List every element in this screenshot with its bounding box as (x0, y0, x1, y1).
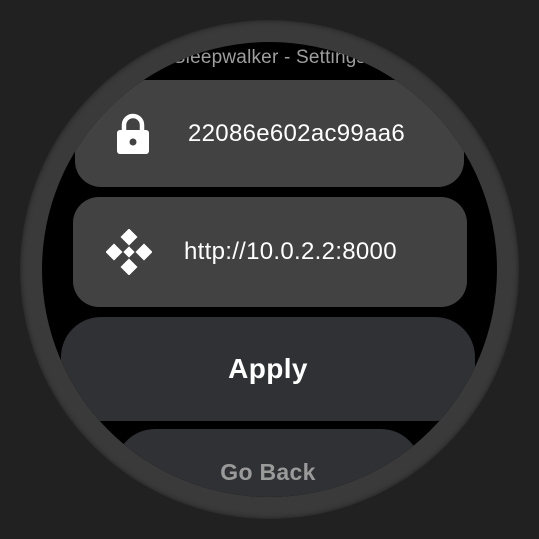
lock-icon (103, 113, 163, 155)
watch-stage: Sleepwalker - Settings 22086e602ac99aa6 (0, 0, 539, 539)
server-url-value: http://10.0.2.2:8000 (184, 238, 397, 265)
go-back-button[interactable]: Go Back (115, 429, 421, 497)
screen-title: Sleepwalker - Settings (172, 47, 367, 68)
watch-screen: Sleepwalker - Settings 22086e602ac99aa6 (42, 42, 497, 497)
secret-value: 22086e602ac99aa6 (188, 119, 406, 147)
apply-button[interactable]: Apply (61, 317, 475, 421)
secret-chip[interactable]: 22086e602ac99aa6 (75, 80, 464, 187)
network-icon (99, 229, 159, 275)
server-url-chip[interactable]: http://10.0.2.2:8000 (73, 197, 467, 307)
